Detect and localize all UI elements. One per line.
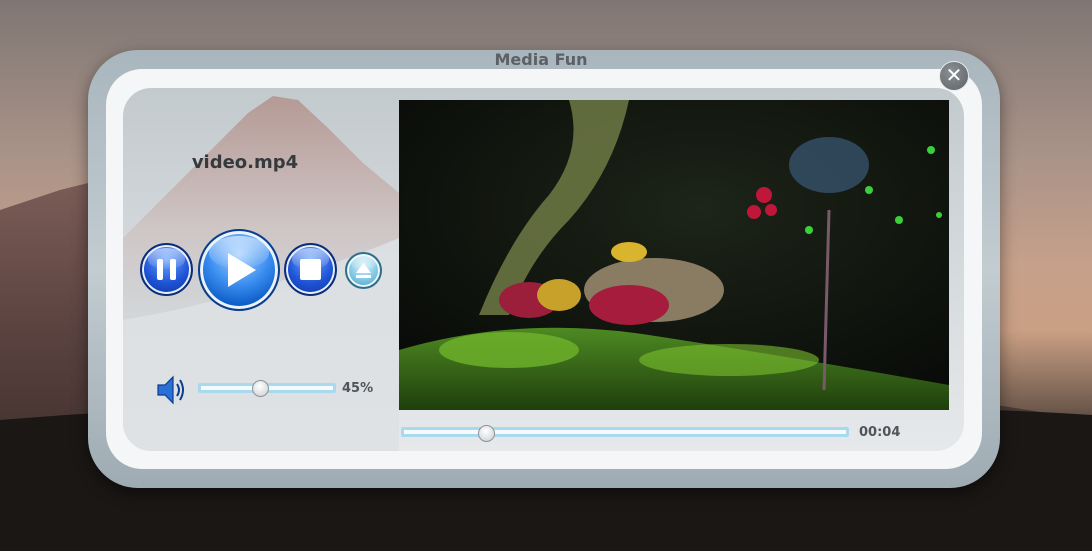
speaker-icon[interactable]	[155, 374, 189, 406]
pause-button[interactable]	[140, 243, 193, 296]
elapsed-time-label: 00:04	[859, 425, 901, 440]
close-icon: ✕	[945, 63, 963, 87]
seek-slider-thumb[interactable]	[477, 425, 495, 442]
play-icon	[228, 253, 256, 287]
volume-slider-thumb[interactable]	[251, 380, 269, 397]
eject-icon	[356, 263, 371, 278]
close-button[interactable]: ✕	[939, 61, 969, 91]
stop-button[interactable]	[284, 243, 337, 296]
file-name-label: video.mp4	[191, 152, 299, 173]
stop-icon	[300, 259, 321, 280]
volume-percent-label: 45%	[342, 381, 374, 396]
pause-icon	[157, 259, 176, 280]
eject-button[interactable]	[345, 252, 382, 289]
seek-slider[interactable]	[401, 427, 849, 437]
window-title: Media Fun	[494, 50, 588, 69]
video-display[interactable]	[399, 100, 949, 410]
play-button[interactable]	[198, 229, 280, 311]
